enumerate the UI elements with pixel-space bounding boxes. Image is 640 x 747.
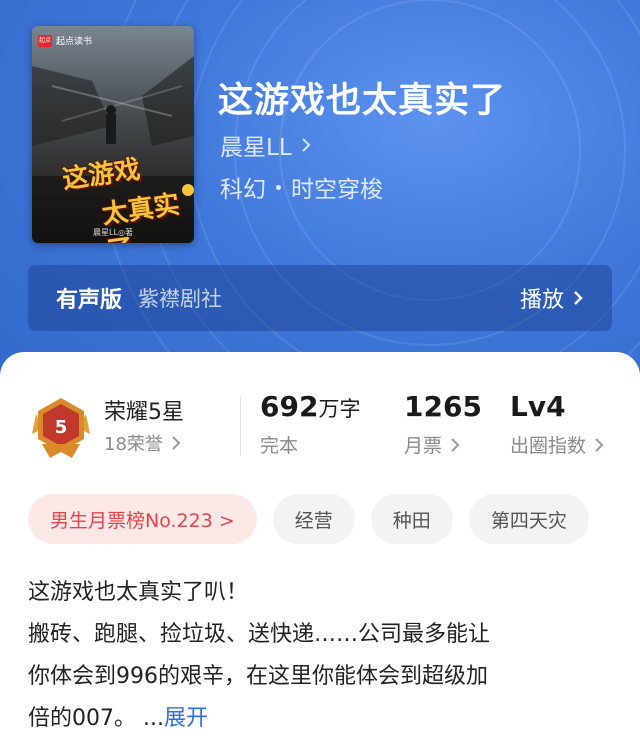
chevron-right-icon (301, 138, 311, 152)
medal-number: 5 (55, 417, 68, 438)
stat-popularity-index[interactable]: Lv4 出圈指数 (510, 390, 604, 458)
audiobook-label: 有声版 (56, 288, 123, 313)
book-header: 起点 起点读书 这游戏 太真实了 晨星LL◎著 这游戏也太真实了 晨星LL 科幻… (0, 0, 640, 400)
book-info-panel: 5 荣耀5星 18荣誉 692万字 完本 1265 月票 Lv4 出圈指数 男生… (0, 352, 640, 747)
stat-value: 1265 (404, 390, 482, 423)
tag-item[interactable]: 种田 (370, 494, 453, 544)
stat-label: 出圈指数 (510, 435, 587, 457)
tag-item[interactable]: 经营 (272, 494, 355, 544)
stat-monthly-ticket[interactable]: 1265 月票 (404, 390, 482, 458)
cover-badge: 起点 起点读书 (38, 34, 92, 47)
stat-unit: 万字 (318, 397, 361, 421)
subgenre[interactable]: 时空穿梭 (291, 170, 383, 204)
chevron-right-icon (451, 437, 460, 452)
honor-title: 荣耀5星 (104, 400, 184, 425)
stat-label: 月票 (404, 435, 443, 457)
qidian-logo-icon: 起点 (38, 34, 52, 47)
description-line: 你体会到996的艰辛，在这里你能体会到超级加 (28, 664, 488, 689)
tag-rank[interactable]: 男生月票榜No.223 > (28, 494, 257, 544)
chevron-right-icon (595, 437, 604, 452)
description-line: 搬砖、跑腿、捡垃圾、送快递……公司最多能让 (28, 622, 491, 647)
stat-value: Lv4 (510, 390, 566, 423)
honor-count: 18荣誉 (104, 434, 163, 455)
chevron-right-icon (574, 291, 583, 305)
cover-author: 晨星LL◎著 (93, 228, 133, 237)
genre[interactable]: 科幻 (220, 170, 266, 204)
expand-link[interactable]: 展开 (164, 706, 208, 731)
play-label: 播放 (519, 288, 564, 313)
honor-medal-icon: 5 (32, 398, 90, 458)
author-name: 晨星LL (220, 135, 292, 161)
book-description: 这游戏也太真实了叭！ 搬砖、跑腿、捡垃圾、送快递……公司最多能让 你体会到996… (28, 572, 618, 740)
book-cover[interactable]: 起点 起点读书 这游戏 太真实了 晨星LL◎著 (32, 26, 194, 243)
book-title: 这游戏也太真实了 (218, 80, 507, 121)
author-link[interactable]: 晨星LL (220, 128, 312, 162)
tag-item[interactable]: 第四天灾 (468, 494, 589, 544)
tag-list: 男生月票榜No.223 > 经营 种田 第四天灾 (28, 494, 589, 544)
honor-link[interactable]: 18荣誉 (104, 430, 181, 456)
separator-dot (276, 184, 281, 190)
description-line: 倍的007。 ... (28, 706, 164, 731)
stat-label: 完本 (260, 435, 299, 457)
genre-row: 科幻 时空穿梭 (220, 170, 383, 204)
stats-row: 5 荣耀5星 18荣誉 692万字 完本 1265 月票 Lv4 出圈指数 (0, 382, 640, 472)
audiobook-studio: 紫襟剧社 (138, 287, 223, 311)
stat-value: 692 (260, 390, 319, 423)
stat-word-count: 692万字 完本 (260, 390, 360, 458)
cover-badge-text: 起点读书 (56, 37, 93, 47)
play-button[interactable]: 播放 (520, 282, 584, 314)
audiobook-bar[interactable]: 有声版 紫襟剧社 播放 (28, 265, 612, 331)
chevron-right-icon (172, 436, 181, 450)
divider (240, 396, 241, 456)
description-line: 这游戏也太真实了叭！ (28, 580, 249, 605)
